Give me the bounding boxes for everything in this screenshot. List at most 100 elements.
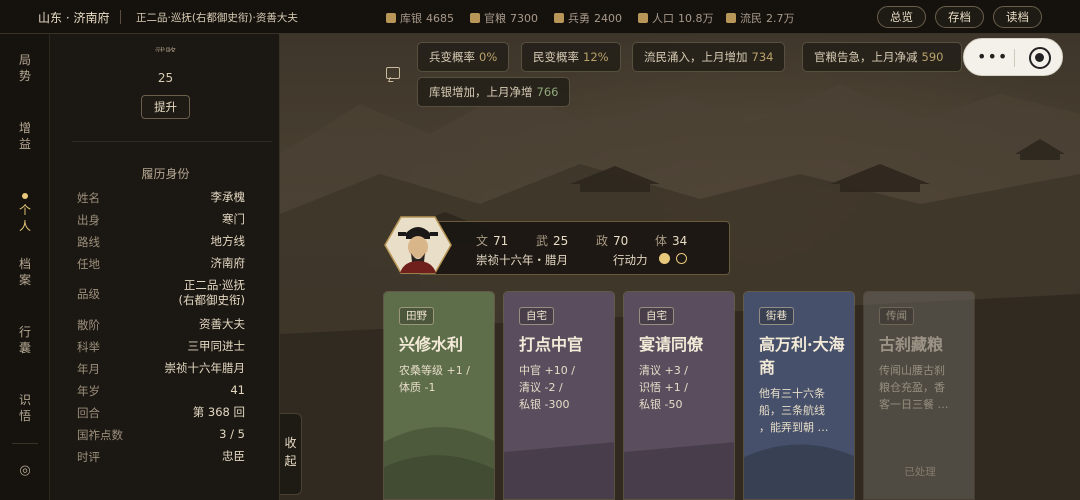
row-key: 国祚点数 [77, 428, 123, 442]
alert-number: 0% [479, 50, 498, 64]
resource-value: 2.7万 [766, 12, 795, 25]
row-key: 年岁 [77, 384, 100, 398]
nav-item-bag[interactable]: 行 囊 [0, 324, 50, 356]
card-description: 他有三十六条 船，三条航线 ，能弄到朝 … [759, 387, 829, 434]
message-icon[interactable] [386, 67, 400, 79]
row-value: 忠臣 [222, 449, 245, 463]
nav-item-situation[interactable]: 局 势 [0, 52, 50, 84]
card-tag: 街巷 [759, 307, 794, 325]
profile-row-rank: 品级 正二品·巡抚 (右都御史衔) [77, 278, 245, 310]
resource-label: 人口 [652, 12, 674, 25]
nav-item-archive[interactable]: 档 案 [0, 256, 50, 288]
card-tag: 自宅 [639, 307, 674, 325]
action-point-pip [676, 253, 687, 264]
resource-refugees: 流民 2.7万 [726, 10, 795, 26]
row-key: 时评 [77, 450, 100, 464]
section-divider [72, 141, 272, 142]
action-points-label: 行动力 [613, 253, 648, 267]
alert-text: 流民涌入，上月增加 [644, 50, 748, 64]
event-card-bribe-eunuch[interactable]: 自宅 打点中官 中官 +10 / 清议 -2 / 私银 -300 [503, 291, 615, 500]
attr-martial: 武 25 [536, 232, 568, 249]
attr-label: 政 [596, 234, 609, 248]
row-key: 任地 [77, 257, 100, 271]
event-card-temple-grain[interactable]: 传闻 古刹藏粮 传闻山腰古刹 粮仓充盈，香 客一日三餐 … 已处理 [863, 291, 975, 500]
soldier-icon [554, 13, 564, 23]
alert-number: 12% [583, 50, 609, 64]
row-key: 路线 [77, 235, 100, 249]
row-key: 品级 [77, 287, 100, 301]
alert-number: 590 [921, 50, 944, 64]
event-card-banquet[interactable]: 自宅 宴请同僚 清议 +3 / 识悟 +1 / 私银 -50 [623, 291, 735, 500]
attr-label: 体 [655, 234, 668, 248]
event-card-merchant[interactable]: 街巷 高万利·大海商 他有三十六条 船，三条航线 ，能弄到朝 … [743, 291, 855, 500]
alert-grain[interactable]: 官粮告急，上月净减 590 [802, 42, 962, 72]
alert-silver[interactable]: 库银增加，上月净增 766 [417, 77, 571, 107]
row-key: 年月 [77, 362, 100, 376]
row-value: 李承槐 [210, 190, 246, 204]
attr-value: 70 [613, 234, 629, 248]
alert-text: 民变概率 [533, 50, 579, 64]
card-description: 传闻山腰古刹 粮仓充盈，香 客一日三餐 … [879, 364, 949, 411]
attr-value: 34 [672, 234, 688, 248]
resource-label: 库银 [400, 12, 422, 25]
resource-silver: 库银 4685 [386, 10, 454, 26]
resource-grain: 官粮 7300 [470, 10, 538, 26]
collapse-panel-button[interactable]: 收 起 [280, 413, 302, 495]
row-value: 济南府 [210, 256, 246, 270]
alert-text: 官粮告急，上月净减 [814, 50, 918, 64]
attr-label: 文 [476, 234, 489, 248]
attr-literary: 文 71 [476, 232, 508, 249]
current-date: 崇祯十六年・腊月 [476, 253, 568, 267]
population-icon [638, 13, 648, 23]
row-value: 正二品·巡抚 (右都御史衔) [178, 278, 245, 307]
resource-soldiers: 兵勇 2400 [554, 10, 622, 26]
attr-value: 25 [553, 234, 569, 248]
alert-mutiny[interactable]: 兵变概率 0% [417, 42, 510, 72]
top-bar: 山东 · 济南府 正二品·巡抚(右都御史衔)·资善大夫 库银 4685 官粮 7… [0, 0, 1080, 34]
silver-icon [386, 13, 396, 23]
overview-button[interactable]: 总览 [877, 6, 926, 28]
alert-text: 库银增加，上月净增 [429, 85, 533, 99]
row-value: 3 / 5 [219, 427, 245, 441]
load-button[interactable]: 读档 [993, 6, 1042, 28]
alert-number: 734 [751, 50, 774, 64]
settings-icon[interactable]: ◎ [17, 463, 33, 479]
row-key: 出身 [77, 213, 100, 227]
topbar-divider [120, 10, 121, 24]
row-key: 回合 [77, 406, 100, 420]
save-button[interactable]: 存档 [935, 6, 984, 28]
event-card-irrigation[interactable]: 田野 兴修水利 农桑等级 +1 / 体质 -1 [383, 291, 495, 500]
action-point-pip [659, 253, 670, 264]
nav-divider [12, 443, 38, 444]
card-tag: 田野 [399, 307, 434, 325]
card-title: 宴请同僚 [639, 335, 704, 354]
card-tag: 传闻 [879, 307, 914, 325]
resource-label: 官粮 [484, 12, 506, 25]
nav-item-buffs[interactable]: 增 益 [0, 120, 50, 152]
miniprogram-capsule: ••• [963, 38, 1063, 76]
alert-refugees[interactable]: 流民涌入，上月增加 734 [632, 42, 786, 72]
more-icon[interactable]: ••• [977, 49, 1007, 66]
character-portrait[interactable] [384, 215, 452, 275]
close-target-icon[interactable] [1029, 47, 1051, 69]
alert-text: 兵变概率 [429, 50, 475, 64]
card-description: 清议 +3 / 识悟 +1 / 私银 -50 [639, 364, 688, 411]
attr-politics: 政 70 [596, 232, 628, 249]
resource-population: 人口 10.8万 [638, 10, 714, 26]
attr-physique: 体 34 [655, 232, 687, 249]
resource-label: 兵勇 [568, 12, 590, 25]
row-value: 寒门 [222, 212, 245, 226]
capsule-divider [1014, 49, 1015, 67]
nav-item-personal[interactable]: 个 人 [0, 202, 50, 234]
nav-item-insight[interactable]: 识 悟 [0, 392, 50, 424]
alert-revolt[interactable]: 民变概率 12% [521, 42, 621, 72]
card-title: 打点中官 [519, 335, 584, 354]
martial-value: 25 [157, 71, 174, 85]
row-key: 散阶 [77, 318, 100, 332]
left-nav: 局 势 增 益 个 人 档 案 行 囊 识 悟 ◎ [0, 34, 50, 500]
grain-icon [470, 13, 480, 23]
official-rank: 正二品·巡抚(右都御史衔)·资善大夫 [136, 12, 298, 24]
upgrade-button[interactable]: 提升 [141, 95, 190, 119]
section-title: 履历身份 [141, 167, 190, 181]
row-value: 三甲同进士 [187, 339, 246, 353]
